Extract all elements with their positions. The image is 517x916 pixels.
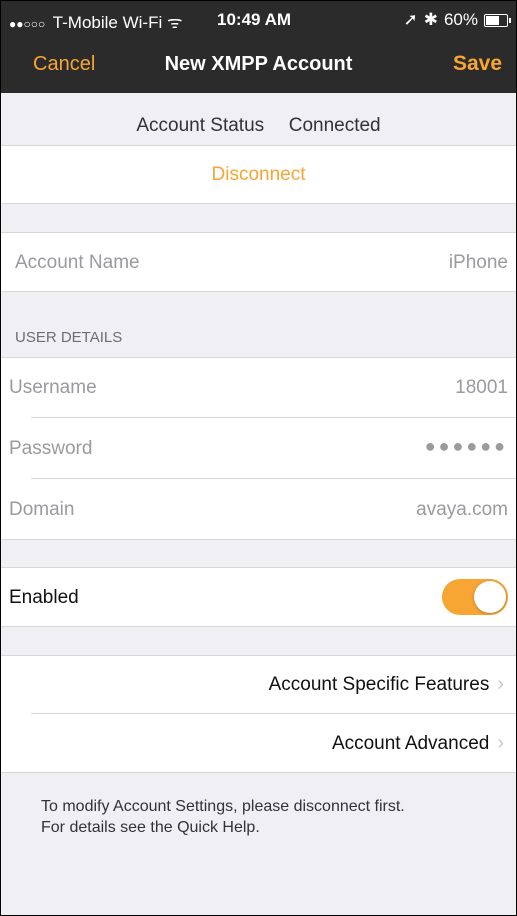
toggle-knob: [474, 581, 506, 613]
links-group: Account Specific Features › Account Advan…: [1, 655, 516, 773]
disconnect-row[interactable]: Disconnect: [1, 145, 516, 204]
footer-note: To modify Account Settings, please disco…: [41, 796, 405, 838]
screen: ●●○○○ T-Mobile Wi-Fi ᯤ 10:49 AM ➚ ✱ 60% …: [0, 0, 517, 916]
username-field[interactable]: 18001: [455, 377, 508, 399]
username-row[interactable]: Username 18001: [1, 357, 516, 417]
page-title: New XMPP Account: [164, 53, 353, 75]
enabled-row: Enabled: [1, 567, 516, 627]
battery-percent: 60%: [443, 10, 478, 29]
wifi-icon: ᯤ: [166, 13, 183, 32]
domain-row[interactable]: Domain avaya.com: [1, 479, 516, 539]
battery-icon: [484, 13, 511, 27]
account-status-value: Connected: [288, 115, 381, 136]
domain-label: Domain: [9, 499, 75, 520]
bluetooth-icon: ✱: [423, 10, 438, 29]
footer-line-1: To modify Account Settings, please disco…: [41, 798, 405, 815]
account-name-row[interactable]: Account Name iPhone: [1, 232, 516, 292]
account-status-row: Account Status Connected: [1, 93, 516, 145]
account-advanced-label: Account Advanced: [331, 733, 490, 754]
user-details-header: USER DETAILS: [15, 329, 123, 346]
user-details-group: Username 18001 Password ●●●●●● Domain av…: [1, 357, 516, 540]
nav-bar: Cancel New XMPP Account Save: [1, 35, 516, 93]
password-field[interactable]: ●●●●●●: [425, 436, 508, 457]
account-specific-features-label: Account Specific Features: [268, 674, 490, 695]
domain-field[interactable]: avaya.com: [416, 499, 508, 521]
account-name-label: Account Name: [15, 252, 140, 273]
enabled-label: Enabled: [9, 587, 79, 608]
account-name-value[interactable]: iPhone: [449, 252, 508, 274]
disconnect-button[interactable]: Disconnect: [1, 164, 516, 186]
username-label: Username: [9, 377, 97, 398]
account-specific-features-row[interactable]: Account Specific Features ›: [1, 655, 516, 713]
save-button[interactable]: Save: [453, 52, 502, 76]
chevron-right-icon: ›: [497, 673, 504, 695]
status-right: ➚ ✱ 60%: [403, 10, 511, 30]
password-label: Password: [9, 438, 93, 459]
clock: 10:49 AM: [217, 10, 292, 29]
footer-line-2: For details see the Quick Help.: [41, 819, 260, 836]
status-bar: ●●○○○ T-Mobile Wi-Fi ᯤ 10:49 AM ➚ ✱ 60%: [1, 1, 516, 35]
signal-dots-icon: ●●○○○: [9, 17, 46, 31]
carrier-label: T-Mobile Wi-Fi: [52, 13, 163, 32]
location-icon: ➚: [403, 10, 418, 29]
top-bar: ●●○○○ T-Mobile Wi-Fi ᯤ 10:49 AM ➚ ✱ 60% …: [1, 1, 516, 93]
account-advanced-row[interactable]: Account Advanced ›: [1, 714, 516, 772]
chevron-right-icon: ›: [497, 732, 504, 754]
account-status-label: Account Status: [136, 115, 265, 136]
password-row[interactable]: Password ●●●●●●: [1, 418, 516, 478]
enabled-toggle[interactable]: [442, 579, 508, 615]
carrier-group: ●●○○○ T-Mobile Wi-Fi ᯤ: [9, 10, 183, 33]
